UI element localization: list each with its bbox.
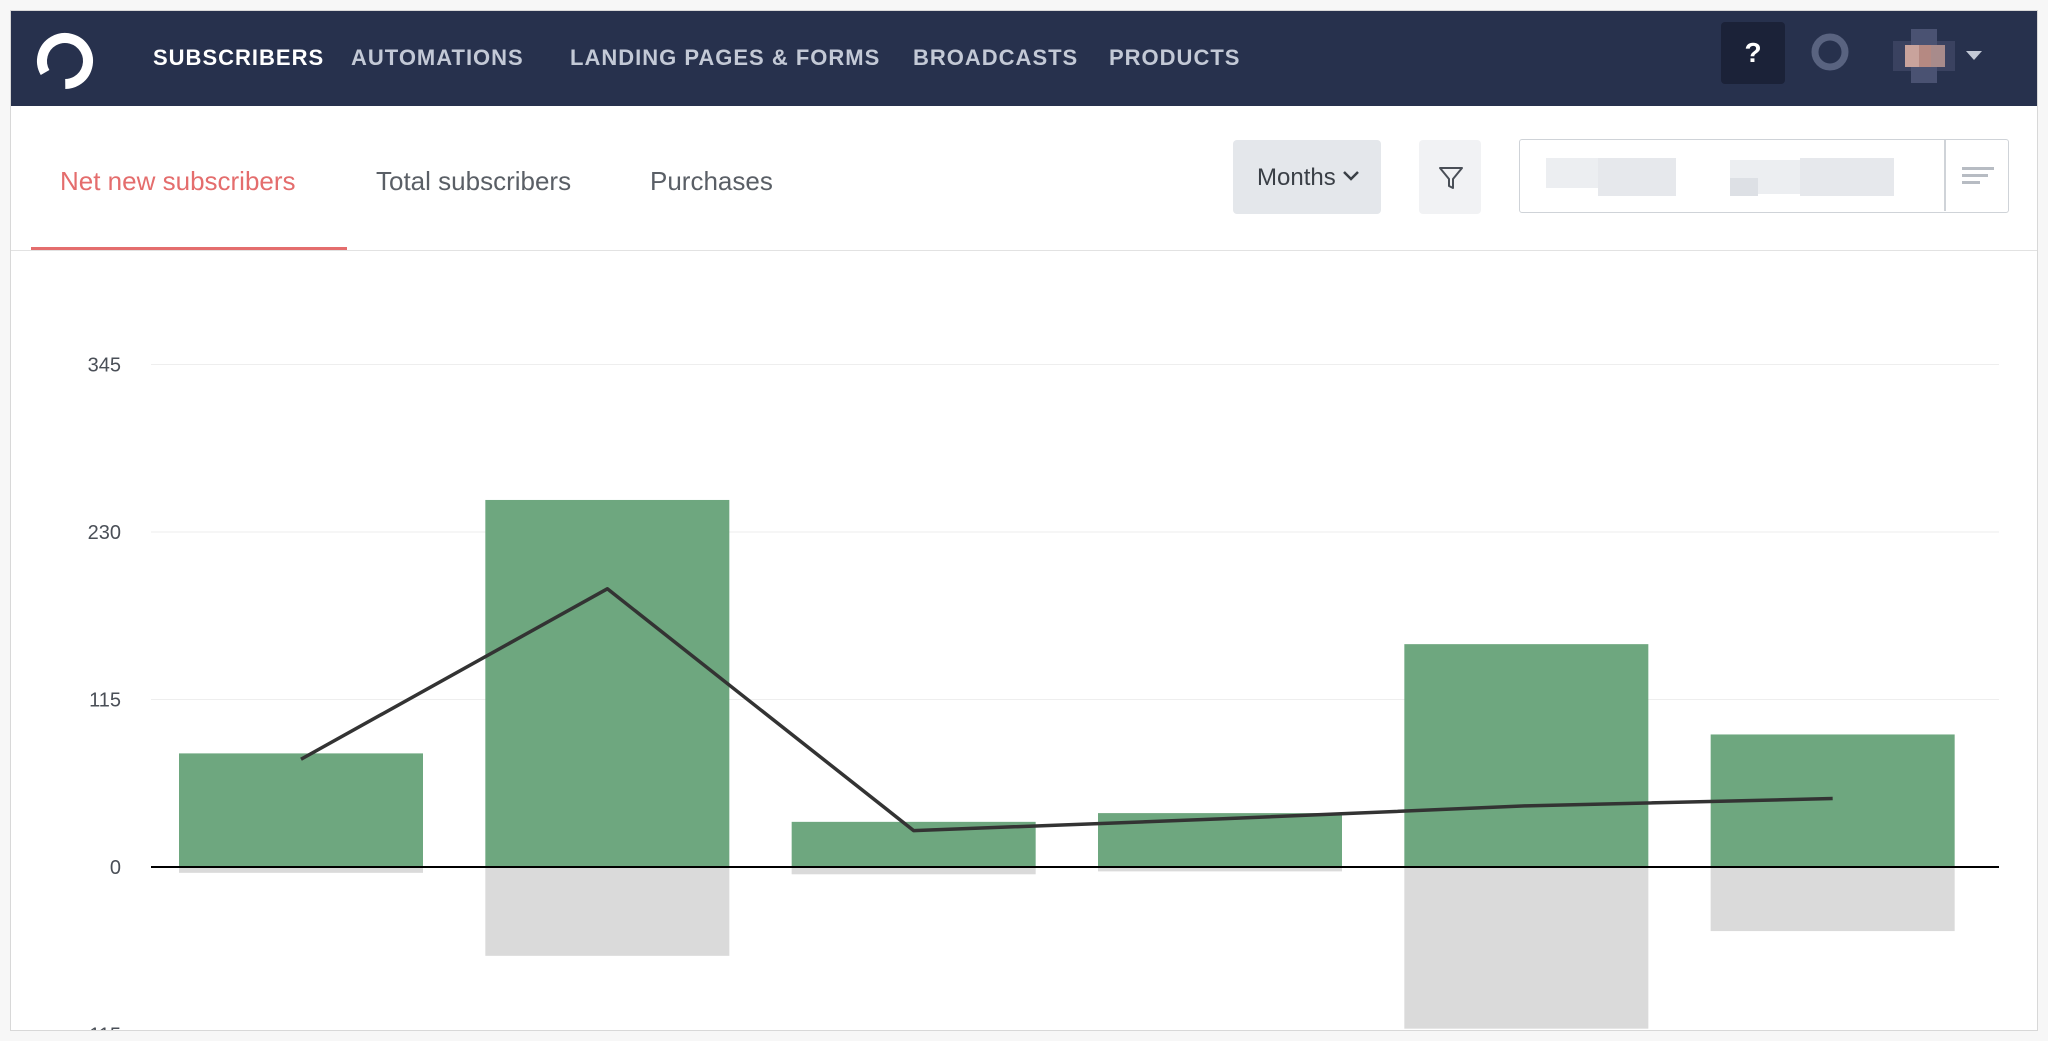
active-tab-indicator — [31, 247, 347, 250]
nav-automations[interactable]: AUTOMATIONS — [351, 43, 524, 73]
nav-products[interactable]: PRODUCTS — [1109, 43, 1240, 73]
filter-button[interactable] — [1419, 140, 1481, 214]
app-window: SUBSCRIBERS AUTOMATIONS LANDING PAGES & … — [10, 10, 2038, 1031]
filter-icon — [1439, 167, 1463, 189]
redacted-date-start — [1546, 158, 1598, 188]
help-button[interactable]: ? — [1721, 22, 1785, 84]
y-tick-label: 345 — [88, 355, 121, 377]
nav-subscribers[interactable]: SUBSCRIBERS — [153, 43, 324, 73]
net-subscribers-chart: 345 230 115 0 -115 — [11, 251, 2037, 1032]
tab-purchases[interactable]: Purchases — [650, 166, 773, 197]
redacted-date-start — [1598, 158, 1676, 196]
gain-bar — [485, 499, 730, 867]
y-tick-label: 115 — [89, 690, 121, 712]
nav-broadcasts[interactable]: BROADCASTS — [913, 43, 1078, 73]
y-tick-label: 0 — [110, 857, 121, 879]
avatar-dropdown-caret-icon[interactable] — [1966, 51, 1982, 60]
report-tab-bar: Net new subscribers Total subscribers Pu… — [11, 106, 2037, 251]
loss-bar — [1404, 867, 1649, 1029]
top-navigation-bar: SUBSCRIBERS AUTOMATIONS LANDING PAGES & … — [11, 11, 2037, 106]
gain-bar — [179, 753, 423, 867]
gain-bar — [1404, 644, 1649, 867]
redacted-date-end — [1800, 158, 1894, 196]
logo-icon[interactable] — [33, 29, 97, 93]
chevron-down-icon — [1343, 171, 1359, 181]
loss-bar — [485, 867, 730, 956]
y-tick-label: 230 — [88, 522, 121, 544]
nav-landing-pages-forms[interactable]: LANDING PAGES & FORMS — [570, 43, 880, 73]
avatar[interactable] — [1893, 25, 1955, 87]
redacted-date-end — [1730, 178, 1758, 196]
loss-bar — [1710, 867, 1955, 932]
loss-bar — [791, 867, 1036, 875]
status-ring-icon[interactable] — [1809, 31, 1851, 73]
tab-total-subscribers[interactable]: Total subscribers — [376, 166, 571, 197]
date-range-picker — [1519, 139, 2009, 213]
date-range-menu-button[interactable] — [1946, 140, 2008, 211]
tab-net-new-subscribers[interactable]: Net new subscribers — [60, 166, 296, 197]
period-select-label: Months — [1257, 164, 1336, 191]
y-tick-label: -115 — [82, 1025, 121, 1032]
period-select[interactable]: Months — [1233, 140, 1381, 214]
chart-canvas: 345 230 115 0 -115 — [82, 355, 1999, 1032]
sort-lines-icon — [1962, 167, 1994, 184]
